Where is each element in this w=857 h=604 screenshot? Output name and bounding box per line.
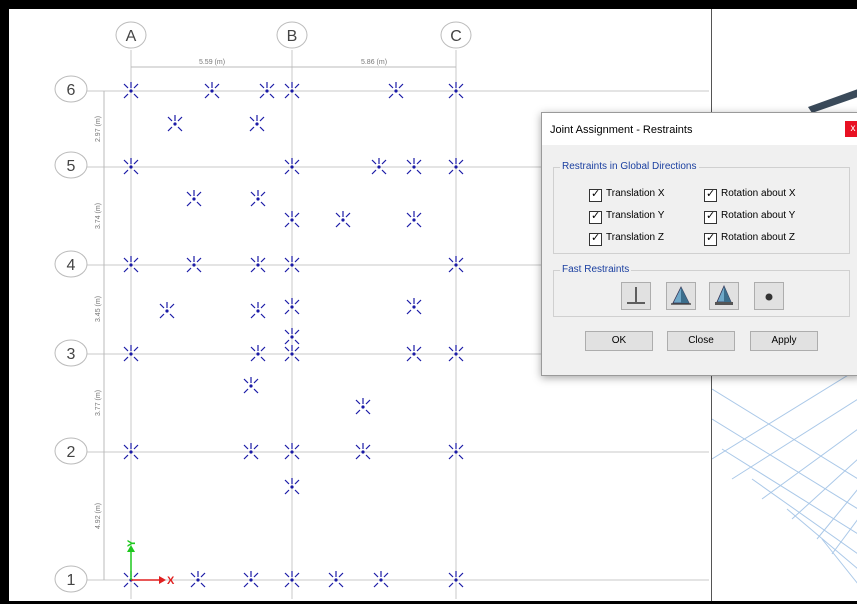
- joint-restraint-marker[interactable]: [186, 256, 202, 273]
- roller-restraint-button[interactable]: [754, 282, 784, 310]
- rotation-y-label: Rotation about Y: [721, 210, 796, 221]
- restraints-group-legend: Restraints in Global Directions: [560, 161, 699, 172]
- grid-bubble-1-label: 1: [67, 572, 76, 589]
- free-restraint-button[interactable]: [621, 282, 651, 310]
- pinned-restraint-icon: [671, 286, 691, 305]
- dialog-title: Joint Assignment - Restraints: [550, 124, 693, 136]
- grid-bubble-5[interactable]: 5: [54, 151, 88, 179]
- grid-bubble-2-label: 2: [67, 444, 76, 461]
- dialog-titlebar[interactable]: Joint Assignment - Restraints x: [542, 113, 857, 145]
- grid-bubble-3-label: 3: [67, 346, 76, 363]
- joint-restraint-marker[interactable]: [250, 345, 266, 362]
- joint-restraint-marker[interactable]: [243, 377, 259, 394]
- grid-bubble-b-label: B: [287, 28, 298, 45]
- dialog-close-icon[interactable]: x: [845, 121, 857, 137]
- 3d-structure-edge: [808, 89, 857, 113]
- grid-bubble-b[interactable]: B: [276, 21, 308, 49]
- joint-restraint-marker[interactable]: [355, 398, 371, 415]
- checkmark-icon: ✓: [591, 232, 601, 244]
- restraints-groupbox: Restraints in Global Directions ✓ Transl…: [553, 161, 850, 254]
- checkmark-icon: ✓: [706, 210, 716, 222]
- fixed-restraint-icon: [715, 285, 733, 305]
- grid-bubble-a-label: A: [126, 28, 137, 45]
- checkmark-icon: ✓: [706, 188, 716, 200]
- checkmark-icon: ✓: [591, 210, 601, 222]
- grid-bubble-5-label: 5: [67, 158, 76, 175]
- fixed-restraint-button[interactable]: [709, 282, 739, 310]
- column-spacing-bc: 5.86 (m): [361, 59, 387, 66]
- joint-restraint-marker[interactable]: [243, 571, 259, 588]
- joint-restraint-marker[interactable]: [355, 443, 371, 460]
- joint-restraints-dialog: Joint Assignment - Restraints x Restrain…: [541, 112, 857, 376]
- joint-restraint-marker[interactable]: [186, 190, 202, 207]
- grid-bubble-2[interactable]: 2: [54, 437, 88, 465]
- fast-restraints-groupbox: Fast Restraints: [553, 264, 850, 317]
- checkmark-icon: ✓: [706, 232, 716, 244]
- x-axis-arrowhead: [159, 576, 166, 584]
- joint-restraint-marker[interactable]: [328, 571, 344, 588]
- application-window: 5.59 (m) 5.86 (m) 2.97 (m) 3.74 (m) 3.45…: [0, 0, 857, 604]
- joint-restraint-marker[interactable]: [371, 158, 387, 175]
- joint-restraint-marker[interactable]: [243, 443, 259, 460]
- row-spacing-6-5: 2.97 (m): [95, 116, 102, 142]
- fast-restraints-legend: Fast Restraints: [560, 264, 632, 275]
- joint-restraint-marker[interactable]: [388, 82, 404, 99]
- joint-restraint-marker[interactable]: [406, 298, 422, 315]
- joint-restraint-marker[interactable]: [259, 82, 275, 99]
- grid-bubble-3[interactable]: 3: [54, 339, 88, 367]
- joint-restraint-marker[interactable]: [204, 82, 220, 99]
- joint-restraint-marker[interactable]: [335, 211, 351, 228]
- row-spacing-3-2: 3.77 (m): [95, 390, 102, 416]
- joints-layer: [123, 82, 464, 588]
- translation-x-checkbox[interactable]: ✓: [589, 188, 602, 202]
- joint-restraint-marker[interactable]: [373, 571, 389, 588]
- translation-z-label: Translation Z: [606, 232, 664, 243]
- x-axis-label: X: [167, 575, 175, 587]
- grid-bubbles: A B C 6 5 4 3 2 1: [54, 21, 472, 593]
- joint-restraint-marker[interactable]: [406, 211, 422, 228]
- grid-bubble-4-label: 4: [67, 257, 76, 274]
- row-spacing-2-1: 4.92 (m): [95, 503, 102, 529]
- rotation-x-checkbox[interactable]: ✓: [704, 188, 717, 202]
- grid-bubble-c[interactable]: C: [440, 21, 472, 49]
- joint-restraint-marker[interactable]: [406, 345, 422, 362]
- rotation-z-label: Rotation about Z: [721, 232, 795, 243]
- close-button[interactable]: Close: [667, 331, 735, 351]
- rotation-x-label: Rotation about X: [721, 188, 796, 199]
- rotation-y-checkbox[interactable]: ✓: [704, 210, 717, 224]
- pinned-restraint-button[interactable]: [666, 282, 696, 310]
- grid-bubble-6-label: 6: [67, 82, 76, 99]
- translation-x-label: Translation X: [606, 188, 665, 199]
- translation-z-checkbox[interactable]: ✓: [589, 232, 602, 246]
- translation-y-label: Translation Y: [606, 210, 665, 221]
- column-spacing-ab: 5.59 (m): [199, 59, 225, 66]
- 3d-mesh: [712, 369, 857, 584]
- apply-button[interactable]: Apply: [750, 331, 818, 351]
- rotation-z-checkbox[interactable]: ✓: [704, 232, 717, 246]
- joint-restraint-marker[interactable]: [249, 115, 265, 132]
- grid-bubble-c-label: C: [450, 28, 462, 45]
- joint-restraint-marker[interactable]: [250, 302, 266, 319]
- row-spacing-5-4: 3.74 (m): [95, 203, 102, 229]
- checkmark-icon: ✓: [591, 188, 601, 200]
- grid-bubble-a[interactable]: A: [115, 21, 147, 49]
- joint-restraint-marker[interactable]: [406, 158, 422, 175]
- row-spacing-4-3: 3.45 (m): [95, 296, 102, 322]
- joint-restraint-marker[interactable]: [159, 302, 175, 319]
- joint-restraint-marker[interactable]: [190, 571, 206, 588]
- dimension-lines: 5.59 (m) 5.86 (m) 2.97 (m) 3.74 (m) 3.45…: [95, 59, 456, 580]
- grid-bubble-4[interactable]: 4: [54, 250, 88, 278]
- translation-y-checkbox[interactable]: ✓: [589, 210, 602, 224]
- y-axis-label: Y: [126, 539, 138, 547]
- grid-bubble-6[interactable]: 6: [54, 75, 88, 103]
- joint-restraint-marker[interactable]: [250, 190, 266, 207]
- free-restraint-icon: [627, 287, 645, 304]
- joint-restraint-marker[interactable]: [250, 256, 266, 273]
- global-axis-indicator: X Y: [126, 539, 175, 587]
- joint-restraint-marker[interactable]: [167, 115, 183, 132]
- grid-bubble-1[interactable]: 1: [54, 565, 88, 593]
- ok-button[interactable]: OK: [585, 331, 653, 351]
- roller-restraint-icon: [765, 293, 773, 301]
